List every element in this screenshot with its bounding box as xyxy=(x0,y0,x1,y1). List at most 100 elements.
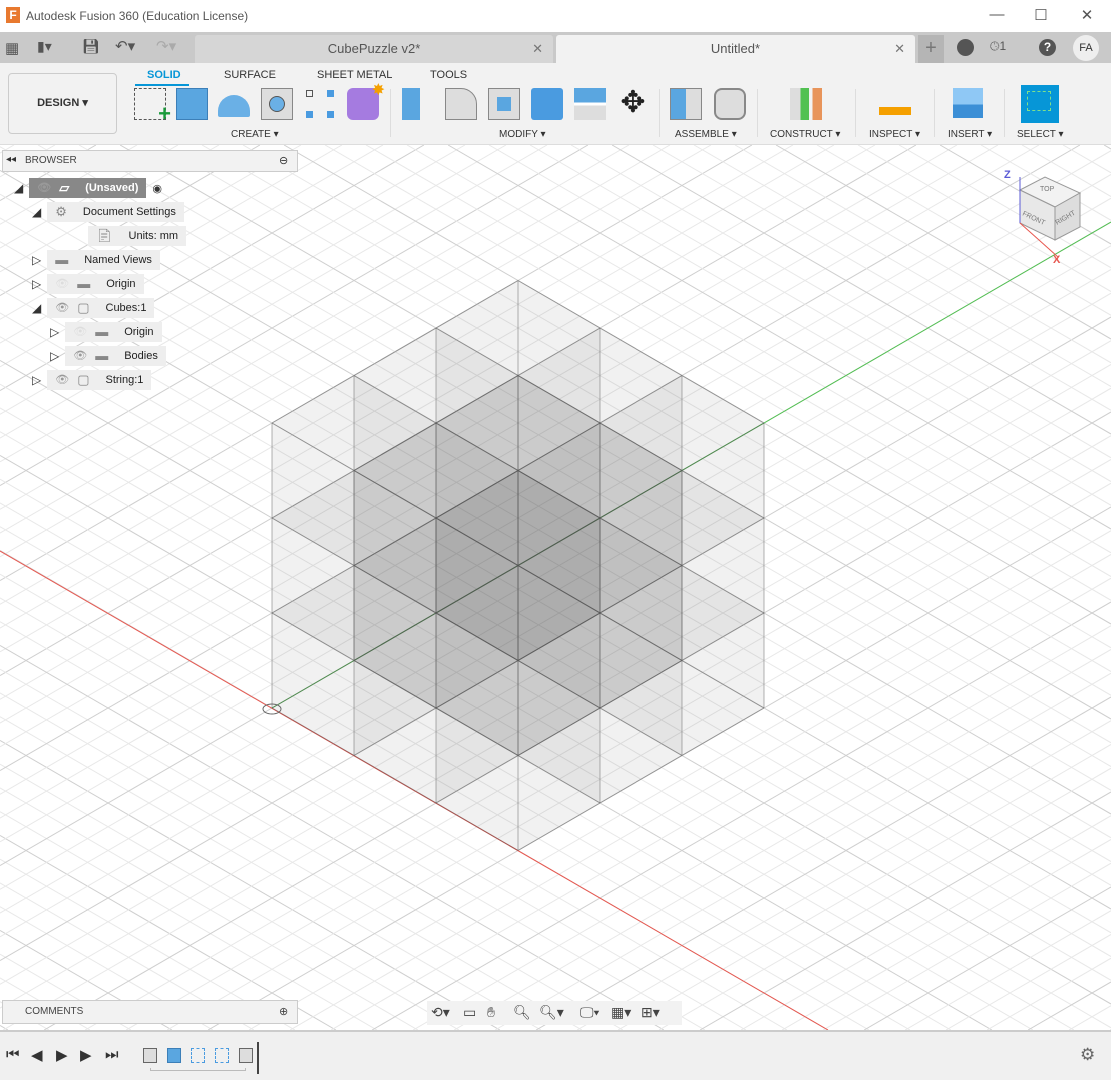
timeline-pattern-icon[interactable] xyxy=(191,1048,205,1063)
offset-plane-icon[interactable] xyxy=(790,88,822,120)
create-sketch-icon[interactable]: + xyxy=(134,88,166,120)
browser-item-label: Origin xyxy=(98,274,135,294)
browser-item[interactable]: 📄︎Units: mm xyxy=(72,226,186,246)
user-avatar[interactable]: FA xyxy=(1073,35,1099,61)
grid-settings-icon[interactable]: ▦▾ xyxy=(611,1004,631,1021)
hidden-eye-icon[interactable]: 👁︎ xyxy=(73,322,87,342)
tab-cubepuzzle[interactable]: CubePuzzle v2*✕ xyxy=(195,35,553,63)
play-icon[interactable]: ▶ xyxy=(56,1046,68,1064)
hidden-eye-icon[interactable]: 👁︎ xyxy=(55,274,69,294)
look-at-icon[interactable]: ▭ xyxy=(463,1004,476,1021)
expand-arrow-icon[interactable]: ▷ xyxy=(50,349,59,363)
orbit-icon[interactable]: ⟲▾ xyxy=(431,1004,450,1021)
go-to-start-icon[interactable]: ⏮ xyxy=(6,1046,20,1063)
insert-menu[interactable]: INSERT ▾ xyxy=(948,129,992,140)
go-to-end-icon[interactable]: ⏭ xyxy=(105,1046,119,1063)
create-form-icon[interactable]: ✸ xyxy=(347,88,379,120)
visibility-eye-icon[interactable]: 👁︎ xyxy=(37,178,51,198)
assemble-menu[interactable]: ASSEMBLE ▾ xyxy=(675,129,737,140)
file-menu-icon[interactable]: ▮▾ xyxy=(37,38,52,55)
data-panel-grid-icon[interactable]: ▦ xyxy=(5,39,19,57)
browser-item[interactable]: ▷▬Named Views xyxy=(32,250,160,270)
create-menu[interactable]: CREATE ▾ xyxy=(231,129,279,140)
help-icon[interactable]: ? xyxy=(1039,39,1056,56)
maximize-button[interactable]: ☐ xyxy=(1031,6,1051,24)
save-icon[interactable]: 💾︎ xyxy=(82,38,100,55)
browser-item[interactable]: ◢👁︎▢Cubes:1 xyxy=(32,298,154,318)
browser-item-label: (Unsaved) xyxy=(77,178,138,198)
collapse-arrow-icon[interactable]: ◢ xyxy=(32,301,41,315)
timeline-marker[interactable] xyxy=(257,1042,259,1074)
extrude-icon[interactable] xyxy=(176,88,208,120)
browser-item[interactable]: ▷👁︎▢String:1 xyxy=(32,370,151,390)
timeline-pattern-icon[interactable] xyxy=(215,1048,229,1063)
select-icon[interactable] xyxy=(1021,85,1059,123)
job-status-button[interactable]: 🕓︎1 xyxy=(990,39,1006,54)
browser-item[interactable]: ◢⚙Document Settings xyxy=(32,202,184,222)
select-menu[interactable]: SELECT ▾ xyxy=(1017,129,1064,140)
step-forward-icon[interactable]: ▶ xyxy=(80,1046,92,1064)
step-back-icon[interactable]: ◀ xyxy=(31,1046,43,1064)
modify-menu[interactable]: MODIFY ▾ xyxy=(499,129,546,140)
fit-icon[interactable]: 🔍︎▾ xyxy=(539,1004,564,1021)
browser-item[interactable]: ▷👁︎▬Bodies xyxy=(50,346,166,366)
workspace-switcher[interactable]: DESIGN ▾ xyxy=(8,73,117,134)
redo-icon[interactable]: ↷▾ xyxy=(156,37,176,55)
undo-icon[interactable]: ↶▾ xyxy=(115,37,135,55)
pattern-icon[interactable] xyxy=(304,88,336,120)
move-icon[interactable]: ✥ xyxy=(617,88,649,120)
close-tab-icon[interactable]: ✕ xyxy=(532,35,543,63)
timeline-component-icon[interactable] xyxy=(239,1048,253,1063)
cube-icon: ▢ xyxy=(77,370,89,390)
collapse-arrow-icon[interactable]: ◢ xyxy=(14,181,23,195)
joint-icon[interactable] xyxy=(714,88,746,120)
shell-icon[interactable] xyxy=(488,88,520,120)
comments-panel[interactable]: COMMENTS⊕ xyxy=(2,1000,298,1024)
minimize-button[interactable]: — xyxy=(987,6,1007,23)
timeline-component-icon[interactable] xyxy=(143,1048,157,1063)
close-tab-icon[interactable]: ✕ xyxy=(894,35,905,63)
expand-arrow-icon[interactable]: ▷ xyxy=(50,325,59,339)
tab-tools[interactable]: TOOLS xyxy=(430,69,467,81)
timeline-extrude-icon[interactable] xyxy=(167,1048,181,1063)
view-cube[interactable]: TOP FRONT RIGHT Z X xyxy=(1000,165,1090,265)
browser-panel-header[interactable]: ◂◂ BROWSER ⊖ xyxy=(2,150,298,172)
display-settings-icon[interactable]: 🖵▾ xyxy=(580,1004,599,1021)
expand-arrow-icon[interactable]: ▷ xyxy=(32,277,41,291)
tab-untitled[interactable]: Untitled*✕ xyxy=(556,35,915,63)
split-body-icon[interactable] xyxy=(574,88,606,120)
add-comment-icon[interactable]: ⊕ xyxy=(279,1001,288,1023)
zoom-icon[interactable]: 🔍︎ xyxy=(513,1004,531,1021)
3d-canvas[interactable] xyxy=(0,145,1111,1030)
hole-icon[interactable] xyxy=(261,88,293,120)
new-component-icon[interactable] xyxy=(670,88,702,120)
extensions-icon[interactable] xyxy=(957,39,974,56)
fillet-icon[interactable] xyxy=(445,88,477,120)
visibility-eye-icon[interactable]: 👁︎ xyxy=(55,370,69,390)
revolve-icon[interactable] xyxy=(218,95,250,117)
new-tab-button[interactable]: + xyxy=(918,35,944,63)
combine-icon[interactable] xyxy=(531,88,563,120)
browser-item[interactable]: ◢👁︎▱(Unsaved)◉ xyxy=(14,178,162,198)
viewports-icon[interactable]: ⊞▾ xyxy=(641,1004,660,1021)
timeline-settings-gear-icon[interactable]: ⚙ xyxy=(1080,1045,1095,1065)
collapse-arrow-icon[interactable]: ◢ xyxy=(32,205,41,219)
browser-item[interactable]: ▷👁︎▬Origin xyxy=(32,274,144,294)
expand-arrow-icon[interactable]: ▷ xyxy=(32,373,41,387)
tab-solid[interactable]: SOLID xyxy=(147,69,181,81)
press-pull-icon[interactable] xyxy=(402,88,420,120)
browser-minimize-icon[interactable]: ⊖ xyxy=(279,154,288,167)
collapse-browser-icon[interactable]: ◂◂ xyxy=(6,154,16,165)
browser-item[interactable]: ▷👁︎▬Origin xyxy=(50,322,162,342)
expand-arrow-icon[interactable]: ▷ xyxy=(32,253,41,267)
tab-surface[interactable]: SURFACE xyxy=(224,69,276,81)
visibility-eye-icon[interactable]: 👁︎ xyxy=(55,298,69,318)
pan-icon[interactable]: ✋︎ xyxy=(487,1004,495,1021)
visibility-eye-icon[interactable]: 👁︎ xyxy=(73,346,87,366)
construct-menu[interactable]: CONSTRUCT ▾ xyxy=(770,129,840,140)
activate-radio-icon[interactable]: ◉ xyxy=(152,182,162,195)
insert-image-icon[interactable] xyxy=(953,88,983,118)
close-window-button[interactable]: ✕ xyxy=(1077,6,1097,24)
inspect-menu[interactable]: INSPECT ▾ xyxy=(869,129,920,140)
measure-icon[interactable] xyxy=(879,107,911,115)
